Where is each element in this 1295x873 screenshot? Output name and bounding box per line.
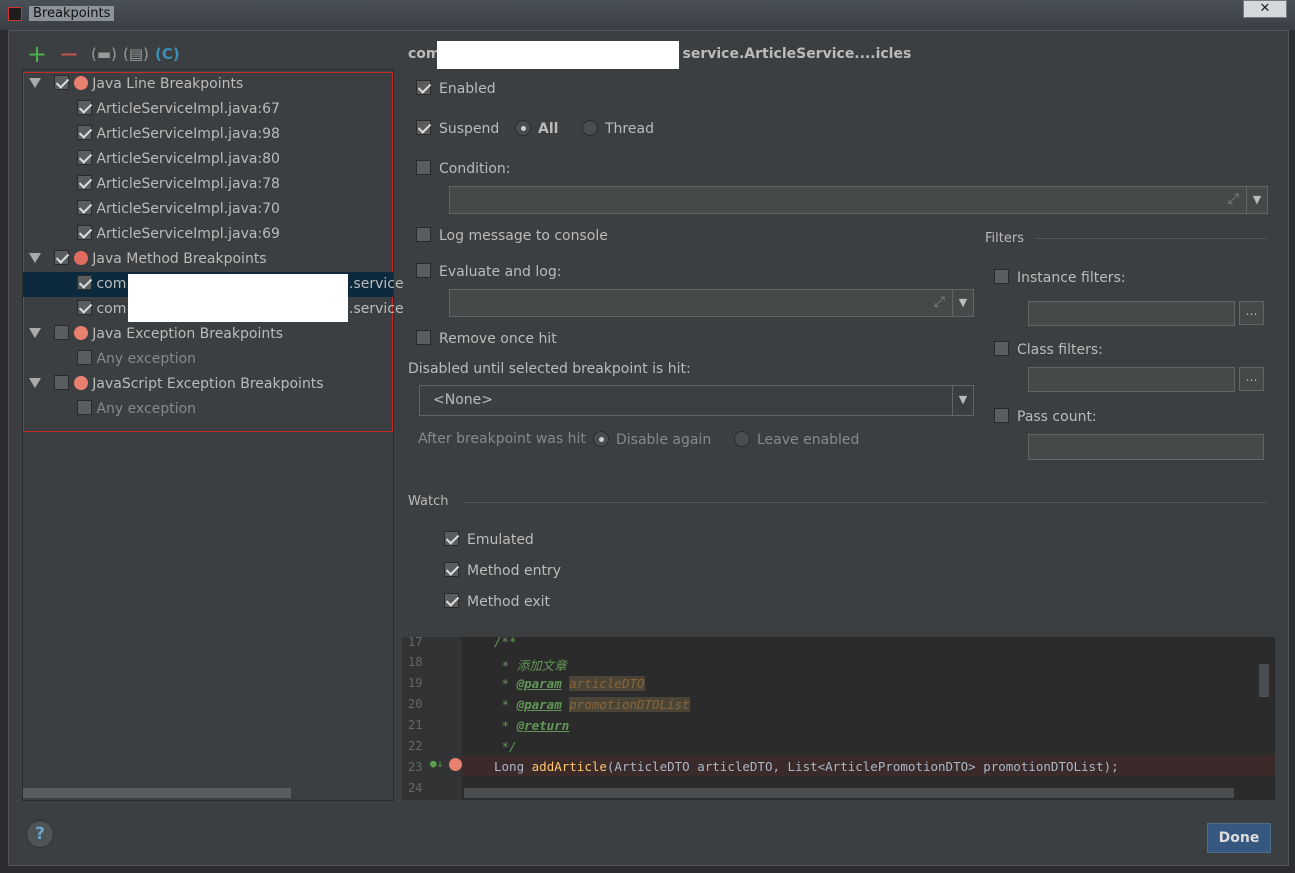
class-icon[interactable]: (C) xyxy=(155,44,180,64)
help-button[interactable]: ? xyxy=(26,820,54,848)
watch-heading: Watch xyxy=(408,494,449,509)
expand-icon: ⤢ xyxy=(933,294,945,310)
tree-item[interactable]: ArticleServiceImpl.java:70 xyxy=(23,197,393,222)
expand-icon[interactable] xyxy=(29,253,41,263)
suspend-all-radio[interactable]: All xyxy=(515,120,558,137)
checkbox[interactable] xyxy=(77,125,92,140)
expand-icon[interactable] xyxy=(29,78,41,88)
checkbox[interactable] xyxy=(77,225,92,240)
dropdown-arrow-icon: ▼ xyxy=(1246,187,1267,213)
expand-icon: ⤢ xyxy=(1227,191,1239,207)
breakpoint-tree[interactable]: Java Line Breakpoints ArticleServiceImpl… xyxy=(22,69,404,801)
class-filters-browse-button[interactable]: … xyxy=(1239,367,1264,391)
group-java-exception[interactable]: Java Exception Breakpoints xyxy=(23,322,393,347)
condition-checkbox[interactable]: Condition: xyxy=(416,160,511,177)
add-icon[interactable]: + xyxy=(27,42,47,66)
checkbox[interactable] xyxy=(77,400,92,415)
suspend-thread-radio[interactable]: Thread xyxy=(582,120,654,137)
code-preview: 17 18 19 20 21 22 23 24 ●↓ /** * 添加文章 * … xyxy=(402,634,1275,800)
pass-count-checkbox[interactable]: Pass count: xyxy=(994,408,1097,425)
instance-filters-checkbox[interactable]: Instance filters: xyxy=(994,269,1126,286)
exception-breakpoint-icon xyxy=(73,376,88,390)
tree-item[interactable]: ArticleServiceImpl.java:67 xyxy=(23,97,393,122)
checkbox[interactable] xyxy=(54,75,70,90)
breakpoint-select[interactable]: <None> ▼ xyxy=(419,385,974,416)
tree-item[interactable]: Any exception xyxy=(23,397,393,422)
file-icon[interactable]: (▤) xyxy=(123,44,149,64)
pass-count-input[interactable] xyxy=(1028,434,1264,460)
expand-icon[interactable] xyxy=(29,378,41,388)
exception-breakpoint-icon xyxy=(73,326,88,340)
checkbox[interactable] xyxy=(77,350,92,365)
group-java-method[interactable]: Java Method Breakpoints xyxy=(23,247,393,272)
divider xyxy=(463,502,1267,503)
disabled-until-label: Disabled until selected breakpoint is hi… xyxy=(408,361,691,377)
disable-again-radio[interactable]: Disable again xyxy=(593,431,711,448)
instance-filters-input[interactable] xyxy=(1028,301,1235,326)
evaluate-input[interactable]: ⤢ ▼ xyxy=(449,289,974,317)
evaluate-log-checkbox[interactable]: Evaluate and log: xyxy=(416,263,561,280)
checkbox[interactable] xyxy=(77,275,92,290)
tree-item[interactable]: ArticleServiceImpl.java:78 xyxy=(23,172,393,197)
implementation-icon: ●↓ xyxy=(430,757,444,770)
method-breakpoint-icon xyxy=(73,251,88,265)
divider xyxy=(1035,238,1267,239)
tree-item[interactable]: ArticleServiceImpl.java:98 xyxy=(23,122,393,147)
remove-once-hit-checkbox[interactable]: Remove once hit xyxy=(416,330,557,347)
tree-item[interactable]: ArticleServiceImpl.java:80 xyxy=(23,147,393,172)
app-icon xyxy=(8,7,22,21)
tree-item[interactable]: ArticleServiceImpl.java:69 xyxy=(23,222,393,247)
class-filters-checkbox[interactable]: Class filters: xyxy=(994,341,1103,358)
close-button[interactable]: ✕ xyxy=(1243,0,1287,18)
method-exit-checkbox[interactable]: Method exit xyxy=(444,593,550,610)
checkbox[interactable] xyxy=(77,200,92,215)
checkbox[interactable] xyxy=(54,325,70,340)
redacted-area xyxy=(437,41,679,69)
log-message-checkbox[interactable]: Log message to console xyxy=(416,227,608,244)
dropdown-arrow-icon: ▼ xyxy=(952,290,973,316)
group-java-line[interactable]: Java Line Breakpoints xyxy=(23,72,393,97)
group-js-exception[interactable]: JavaScript Exception Breakpoints xyxy=(23,372,393,397)
instance-filters-browse-button[interactable]: … xyxy=(1239,301,1264,325)
vertical-scrollbar[interactable] xyxy=(1259,664,1269,697)
enabled-checkbox[interactable]: Enabled xyxy=(416,80,496,97)
emulated-checkbox[interactable]: Emulated xyxy=(444,531,534,548)
window-title: Breakpoints xyxy=(29,6,115,21)
checkbox[interactable] xyxy=(54,375,70,390)
filters-heading: Filters xyxy=(985,231,1024,246)
tree-item[interactable]: Any exception xyxy=(23,347,393,372)
dropdown-arrow-icon: ▼ xyxy=(952,386,973,415)
method-entry-checkbox[interactable]: Method entry xyxy=(444,562,561,579)
breakpoints-dialog: + − (▬) (▤) (C) Java Line Breakpoints Ar… xyxy=(8,30,1289,866)
expand-icon[interactable] xyxy=(29,328,41,338)
title-bar: Breakpoints ✕ xyxy=(0,0,1295,30)
checkbox[interactable] xyxy=(77,100,92,115)
redacted-area xyxy=(128,274,348,322)
checkbox[interactable] xyxy=(77,175,92,190)
horizontal-scrollbar[interactable] xyxy=(23,788,291,798)
suspend-checkbox[interactable]: Suspend xyxy=(416,120,499,137)
method-breakpoint-icon[interactable] xyxy=(449,758,462,771)
horizontal-scrollbar[interactable] xyxy=(464,788,1234,798)
class-filters-input[interactable] xyxy=(1028,367,1235,392)
checkbox[interactable] xyxy=(77,150,92,165)
checkbox[interactable] xyxy=(77,300,92,315)
folder-icon[interactable]: (▬) xyxy=(91,44,117,64)
remove-icon[interactable]: − xyxy=(59,42,79,66)
leave-enabled-radio[interactable]: Leave enabled xyxy=(734,431,859,448)
done-button[interactable]: Done xyxy=(1207,823,1271,853)
after-hit-label: After breakpoint was hit xyxy=(418,431,586,447)
line-breakpoint-icon xyxy=(73,76,88,90)
condition-input[interactable]: ⤢ ▼ xyxy=(449,186,1268,214)
checkbox[interactable] xyxy=(54,250,70,265)
